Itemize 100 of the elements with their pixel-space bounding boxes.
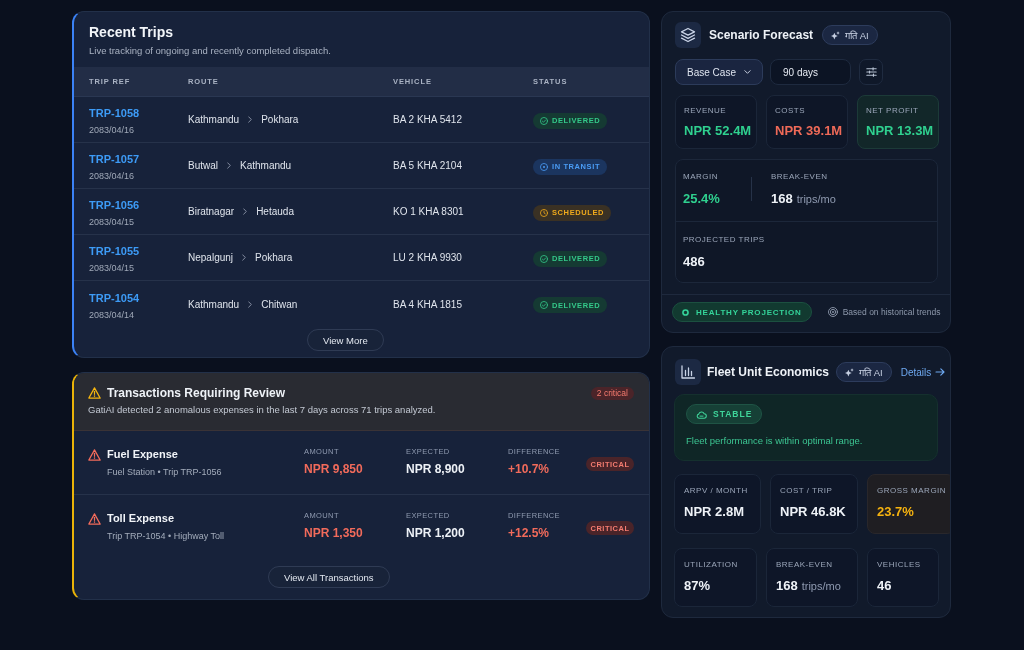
trip-date: 2083/04/14 <box>89 308 136 321</box>
panel-title: Transactions Requiring Review <box>107 386 286 400</box>
route-origin: Kathmandu <box>188 114 240 125</box>
route-origin: Biratnagar <box>188 206 235 217</box>
critical-count-label: 2 critical <box>590 386 634 400</box>
metric-value: 23.7% <box>877 504 914 520</box>
metric-value: NPR 13.3M <box>866 123 934 139</box>
metric-label: VEHICLES <box>877 560 922 570</box>
field-value: +10.7% <box>508 461 551 477</box>
ai-label: गति AI <box>845 28 869 42</box>
check-circle-icon <box>540 301 548 309</box>
route-destination: Kathmandu <box>240 160 292 171</box>
field-value: NPR 8,900 <box>406 461 466 477</box>
view-more-button[interactable]: View More <box>307 329 384 351</box>
warning-icon <box>88 387 101 399</box>
scenario-select[interactable]: Base Case <box>675 59 763 85</box>
trip-ref-link[interactable]: TRP-1056 <box>89 198 140 212</box>
projection-status-text: HEALTHY PROJECTION <box>696 307 802 317</box>
status-message: Fleet performance is within optimal range. <box>686 435 864 447</box>
metric-label: COSTS <box>775 106 807 116</box>
metric-label: NET PROFIT <box>866 106 920 116</box>
fleet-status-text: STABLE <box>713 409 753 419</box>
chevron-right-icon <box>248 116 253 123</box>
trip-date: 2083/04/15 <box>89 262 136 274</box>
field-value: NPR 1,350 <box>304 525 364 541</box>
vehicle-plate: LU 2 KHA 9930 <box>393 252 463 263</box>
metric-value: 168 <box>776 578 798 594</box>
panel-title: Fleet Unit Economics <box>707 365 830 379</box>
target-icon <box>827 307 838 317</box>
status-dot-icon <box>682 308 689 316</box>
circle-dot-icon <box>540 162 548 171</box>
route-origin: Nepalgunj <box>188 252 234 263</box>
route-origin: Kathmandu <box>188 298 240 310</box>
footnote-text: Based on historical trends <box>842 307 941 317</box>
field-value: NPR 1,200 <box>406 525 466 541</box>
route-origin: Butwal <box>188 160 218 171</box>
metric-value: NPR 2.8M <box>684 504 744 520</box>
trip-ref-link[interactable]: TRP-1055 <box>89 244 140 258</box>
field-value: NPR 9,850 <box>304 461 364 477</box>
vehicle-plate: BA 2 KHA 5412 <box>393 114 463 125</box>
sparkle-icon <box>845 367 855 377</box>
layers-icon <box>675 22 701 48</box>
sliders-icon <box>865 67 877 77</box>
panel-summary: GatiAI detected 2 anomalous expenses in the last 7 days across 71 trips analyzed. <box>88 404 437 416</box>
metric-unit: trips/mo <box>796 192 836 207</box>
clock-icon <box>540 208 548 217</box>
metric-value: NPR 46.8K <box>780 504 846 520</box>
metric-unit: trips/mo <box>801 579 841 594</box>
bar-chart-icon <box>675 359 701 385</box>
horizon-field[interactable]: 90 days <box>770 59 851 85</box>
panel-title: Scenario Forecast <box>709 28 814 42</box>
metric-label: GROSS MARGIN <box>877 486 948 496</box>
cloud-icon <box>696 409 707 419</box>
metric-value: 87% <box>684 578 711 594</box>
chevron-right-icon <box>248 300 253 308</box>
trip-date: 2083/04/15 <box>89 216 136 228</box>
expense-title: Toll Expense <box>107 511 176 526</box>
filter-button[interactable] <box>859 59 883 85</box>
expense-details: Fuel Station • Trip TRP-1056 <box>107 466 222 478</box>
metric-value: 46 <box>877 578 892 594</box>
view-all-transactions-button[interactable]: View All Transactions <box>268 566 390 588</box>
metric-value: 486 <box>683 254 705 270</box>
chevron-right-icon <box>227 162 231 169</box>
metric-value: 168 <box>771 191 793 207</box>
chevron-right-icon <box>243 208 248 215</box>
trip-ref-link[interactable]: TRP-1054 <box>89 290 140 305</box>
details-link[interactable]: Details <box>900 366 946 378</box>
panel-title: Recent Trips <box>89 23 175 41</box>
arrow-right-icon <box>935 368 946 376</box>
metric-value: NPR 39.1M <box>775 123 843 139</box>
field-value: +12.5% <box>508 525 551 541</box>
route-destination: Hetauda <box>256 206 294 217</box>
ai-label: गति AI <box>859 365 883 379</box>
route-destination: Chitwan <box>261 298 298 310</box>
chevron-right-icon <box>242 254 247 261</box>
metric-value: NPR 52.4M <box>684 123 752 139</box>
expense-details: Trip TRP-1054 • Highway Toll <box>107 530 225 542</box>
vehicle-plate: BA 4 KHA 1815 <box>393 298 463 310</box>
warning-icon <box>88 512 101 525</box>
route-destination: Pokhara <box>261 114 299 125</box>
trip-date: 2083/04/16 <box>89 124 136 136</box>
metric-label: ARPV / MONTH <box>684 486 749 496</box>
metric-label: BREAK-EVEN <box>771 172 829 182</box>
expense-title: Fuel Expense <box>107 447 179 462</box>
trip-ref-link[interactable]: TRP-1057 <box>89 152 140 166</box>
metric-label: PROJECTED TRIPS <box>683 235 766 245</box>
trip-ref-link[interactable]: TRP-1058 <box>89 106 140 120</box>
metric-label: MARGIN <box>683 172 719 182</box>
sparkle-icon <box>831 30 841 40</box>
route-destination: Pokhara <box>255 252 293 263</box>
metric-label: BREAK-EVEN <box>776 560 834 570</box>
metric-value: 25.4% <box>683 191 720 207</box>
panel-subtitle: Live tracking of ongoing and recently completed dispatch. <box>89 45 332 57</box>
vehicle-plate: KO 1 KHA 8301 <box>393 206 465 217</box>
metric-label: REVENUE <box>684 106 728 116</box>
check-circle-icon <box>540 116 548 125</box>
chevron-down-icon <box>743 70 751 74</box>
check-circle-icon <box>540 254 548 263</box>
trip-date: 2083/04/16 <box>89 170 136 182</box>
metric-label: COST / TRIP <box>780 486 834 496</box>
